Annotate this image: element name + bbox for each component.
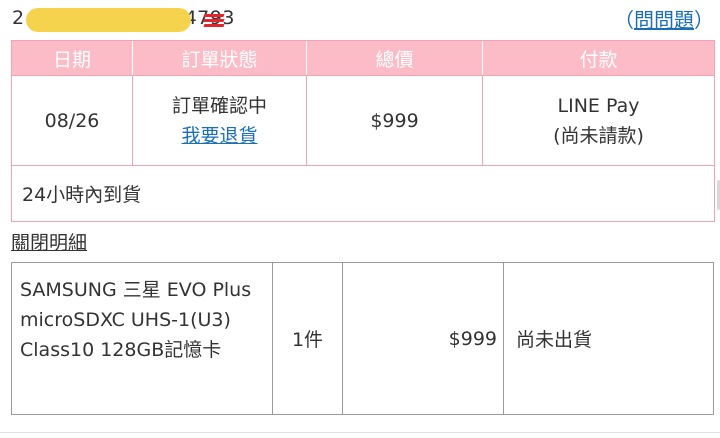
item-row: SAMSUNG 三星 EVO Plus microSDXC UHS-1(U3) … (11, 262, 714, 415)
order-table-row: 08/26 訂單確認中 我要退貨 $999 LINE Pay (尚未請款) (12, 75, 714, 165)
brand-stripes-icon (203, 14, 225, 28)
order-table-header: 日期 訂單狀態 總價 付款 (12, 41, 714, 75)
order-date-value: 08/26 (44, 109, 100, 132)
toggle-detail-link[interactable]: 關閉明細 (11, 228, 87, 255)
order-total: $999 (307, 75, 483, 165)
item-name: SAMSUNG 三星 EVO Plus microSDXC UHS-1(U3) … (12, 263, 273, 414)
order-total-value: $999 (370, 109, 419, 132)
order-date: 08/26 (12, 75, 133, 165)
order-status: 訂單確認中 我要退貨 (133, 75, 307, 165)
item-quantity: 1件 (273, 263, 343, 414)
divider (0, 432, 720, 433)
header-payment: 付款 (579, 48, 618, 71)
item-shipping-status: 尚未出貨 (516, 329, 593, 351)
order-number-prefix: 2 (12, 7, 25, 29)
header-total: 總價 (307, 41, 483, 75)
item-price: $999 (343, 263, 504, 414)
redaction-mark (26, 8, 191, 32)
close-paren: ） (694, 8, 714, 32)
order-summary-table: 日期 訂單狀態 總價 付款 08/26 訂單確認中 我要退貨 $999 LINE… (11, 40, 715, 222)
delivery-note: 24小時內到貨 (12, 165, 714, 221)
order-status-value: 訂單確認中 (171, 94, 267, 117)
payment-status: (尚未請款) (553, 124, 644, 147)
order-header: 2 4793 （問問題） (0, 0, 720, 40)
header-status: 訂單狀態 (133, 41, 307, 75)
payment-method: LINE Pay (557, 94, 640, 117)
order-payment: LINE Pay (尚未請款) (483, 75, 714, 165)
ask-question-link[interactable]: （問問題） (614, 4, 714, 33)
return-request-link[interactable]: 我要退貨 (181, 121, 257, 151)
header-date: 日期 (12, 41, 133, 75)
open-paren: （ (614, 8, 634, 32)
ask-question-label[interactable]: 問問題 (634, 8, 694, 32)
